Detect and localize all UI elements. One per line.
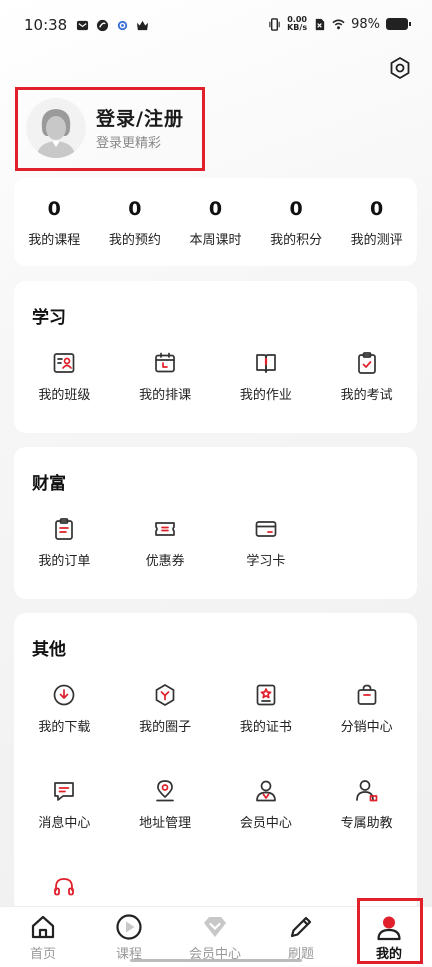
- certificate-icon: [256, 684, 276, 706]
- battery-percent: 98%: [351, 16, 380, 32]
- login-profile-section[interactable]: 登录/注册 登录更精彩: [15, 87, 205, 171]
- vibrate-icon: [269, 17, 280, 31]
- menu-item-my-schedule[interactable]: 我的排课: [115, 347, 216, 443]
- stat-my-points[interactable]: 0 我的积分: [256, 178, 337, 266]
- menu-item-distribution-center[interactable]: 分销中心: [316, 679, 417, 775]
- wealth-section: 财富 我的订单 优惠券 学习卡: [14, 447, 417, 599]
- menu-item-my-homework[interactable]: 我的作业: [216, 347, 317, 443]
- other-section: 其他 我的下载 我的圈子 我的证书 分销中心 消息中心 地址管理 会员中心 专属…: [14, 613, 417, 913]
- calendar-icon: [155, 352, 175, 373]
- pencil-icon: [290, 916, 312, 938]
- no-sim-icon: [315, 18, 325, 30]
- download-icon: [54, 684, 75, 706]
- mail-icon: [77, 20, 89, 30]
- menu-item-member-center[interactable]: 会员中心: [216, 775, 317, 871]
- tab-home[interactable]: 首页: [0, 907, 86, 965]
- section-title-wealth: 财富: [32, 474, 66, 494]
- status-bar: 10:38 0.00 KB/s 98%: [0, 0, 432, 50]
- menu-item-study-card[interactable]: 学习卡: [216, 513, 317, 609]
- assistant-icon: [355, 780, 377, 802]
- class-icon: [54, 353, 75, 373]
- study-section: 学习 我的班级 我的排课 我的作业 我的考试: [14, 281, 417, 433]
- menu-item-my-circle[interactable]: 我的圈子: [115, 679, 216, 775]
- coupon-icon: [155, 522, 175, 536]
- home-indicator[interactable]: [130, 959, 302, 962]
- stat-my-appointments[interactable]: 0 我的预约: [95, 178, 176, 266]
- tab-courses[interactable]: 课程: [86, 907, 172, 965]
- home-icon: [31, 915, 55, 939]
- menu-item-personal-assistant[interactable]: 专属助教: [316, 775, 417, 871]
- default-avatar-icon: [26, 98, 86, 158]
- location-icon: [156, 780, 174, 802]
- settings-notification-icon: [118, 20, 128, 30]
- order-icon: [55, 518, 74, 540]
- card-icon: [255, 521, 277, 537]
- tab-member-center[interactable]: 会员中心: [172, 907, 258, 965]
- menu-item-my-exam[interactable]: 我的考试: [316, 347, 417, 443]
- menu-item-my-downloads[interactable]: 我的下载: [14, 679, 115, 775]
- settings-gear-icon[interactable]: [388, 56, 412, 80]
- play-icon: [116, 914, 142, 940]
- homework-icon: [256, 354, 276, 373]
- crown-icon: [137, 20, 149, 30]
- menu-item-my-certificates[interactable]: 我的证书: [216, 679, 317, 775]
- menu-item-coupons[interactable]: 优惠券: [115, 513, 216, 609]
- exam-icon: [357, 352, 376, 374]
- net-speed: 0.00 KB/s: [287, 15, 308, 32]
- menu-item-my-class[interactable]: 我的班级: [14, 347, 115, 443]
- menu-item-my-orders[interactable]: 我的订单: [14, 513, 115, 609]
- avatar[interactable]: [26, 98, 86, 158]
- menu-item-address-management[interactable]: 地址管理: [115, 775, 216, 871]
- diamond-icon: [204, 917, 226, 937]
- member-icon: [256, 780, 276, 802]
- section-title-other: 其他: [32, 640, 66, 660]
- shopping-bag-icon: [357, 684, 376, 705]
- headset-icon: [54, 878, 75, 896]
- wifi-icon: [332, 19, 345, 29]
- status-time: 10:38: [24, 16, 68, 34]
- menu-item-message-center[interactable]: 消息中心: [14, 775, 115, 871]
- message-icon: [54, 782, 75, 801]
- login-register-link[interactable]: 登录/注册: [96, 104, 184, 131]
- tab-practice[interactable]: 刷题: [258, 907, 344, 965]
- section-title-study: 学习: [32, 308, 66, 328]
- stat-weekly-hours[interactable]: 0 本周课时: [175, 178, 256, 266]
- circle-icon: [155, 684, 175, 706]
- app-notification-icon: [97, 19, 109, 31]
- stats-card: 0 我的课程 0 我的预约 0 本周课时 0 我的积分 0 我的测评: [14, 178, 417, 266]
- login-subtitle: 登录更精彩: [96, 136, 162, 151]
- active-tab-highlight: [357, 898, 423, 964]
- battery-icon: [386, 18, 411, 30]
- stat-my-assessments[interactable]: 0 我的测评: [336, 178, 417, 266]
- stat-my-courses[interactable]: 0 我的课程: [14, 178, 95, 266]
